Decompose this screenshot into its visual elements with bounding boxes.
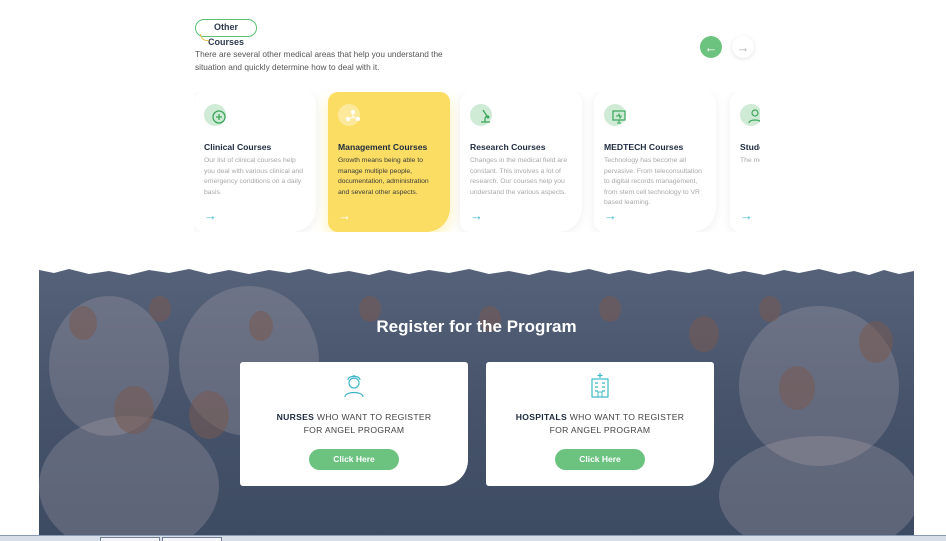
course-card-clinical[interactable]: Clinical Courses Our list of clinical co… — [194, 92, 316, 232]
register-card-text: HOSPITALS WHO WANT TO REGISTER FOR ANGEL… — [515, 412, 685, 435]
carousel-next-button[interactable]: → — [732, 36, 754, 58]
register-banner: Register for the Program NURSES WHO WANT… — [39, 266, 914, 541]
course-desc: Technology has become all pervasive. Fro… — [604, 157, 702, 206]
course-desc: Changes in the medical field are constan… — [470, 157, 568, 196]
hospital-icon — [486, 372, 714, 398]
register-card-text: NURSES WHO WANT TO REGISTER FOR ANGEL PR… — [276, 412, 432, 435]
section-badge: Other Courses — [193, 19, 257, 47]
course-title: Clinical Courses — [204, 142, 272, 152]
arrow-right-icon[interactable]: → — [604, 208, 617, 223]
course-carousel: Clinical Courses Our list of clinical co… — [194, 92, 760, 232]
arrow-right-icon[interactable]: → — [740, 208, 753, 223]
network-icon — [338, 104, 368, 128]
taskbar-item[interactable] — [162, 537, 222, 541]
arrow-right-icon[interactable]: → — [470, 208, 483, 223]
torn-edge — [39, 266, 914, 275]
arrow-right-icon[interactable]: → — [204, 208, 217, 223]
nurses-click-here-button[interactable]: Click Here — [309, 449, 399, 470]
course-title: Research Courses — [470, 142, 546, 152]
arrow-right-icon: → — [736, 39, 750, 55]
taskbar-item[interactable] — [100, 537, 160, 541]
hospitals-click-here-button[interactable]: Click Here — [555, 449, 645, 470]
course-card-management[interactable]: Management Courses Growth means being ab… — [328, 92, 450, 232]
banner-title: Register for the Program — [376, 317, 577, 336]
course-desc: The me learnin updatin proces — [740, 157, 760, 164]
student-icon — [740, 104, 760, 128]
section-intro: There are several other medical areas th… — [195, 49, 443, 72]
monitor-icon — [604, 104, 634, 128]
arrow-left-icon: ← — [704, 39, 718, 55]
course-title: Stude — [740, 142, 760, 152]
arrow-right-icon[interactable]: → — [338, 208, 351, 223]
course-title: MEDTECH Courses — [604, 142, 684, 152]
taskbar — [0, 535, 946, 541]
course-card-student[interactable]: Stude The me learnin updatin proces → — [730, 92, 760, 232]
register-card-nurses: NURSES WHO WANT TO REGISTER FOR ANGEL PR… — [240, 362, 468, 486]
course-desc: Our list of clinical courses help you de… — [204, 157, 303, 196]
course-desc: Growth means being able to manage multip… — [338, 157, 429, 196]
course-title: Management Courses — [338, 142, 428, 152]
nurse-icon — [240, 372, 468, 398]
medical-plus-icon — [204, 104, 234, 128]
course-card-medtech[interactable]: MEDTECH Courses Technology has become al… — [594, 92, 716, 232]
microscope-icon — [470, 104, 500, 128]
carousel-prev-button[interactable]: ← — [700, 36, 722, 58]
course-card-research[interactable]: Research Courses Changes in the medical … — [460, 92, 582, 232]
register-card-hospitals: HOSPITALS WHO WANT TO REGISTER FOR ANGEL… — [486, 362, 714, 486]
